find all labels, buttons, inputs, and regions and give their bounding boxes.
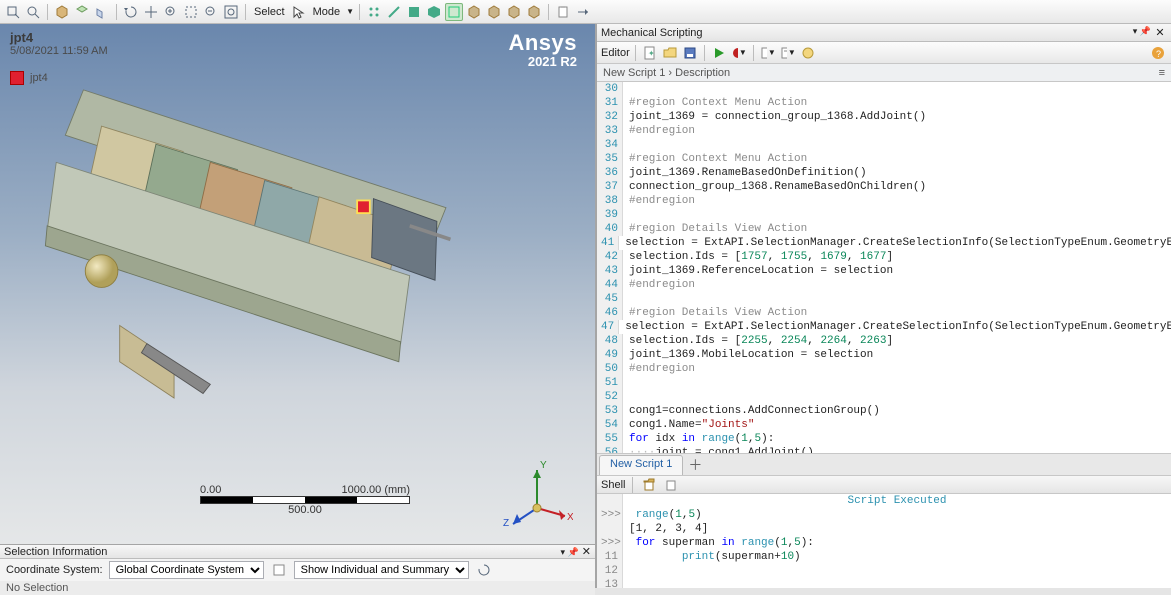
pick-body-icon[interactable]	[425, 3, 443, 21]
breadcrumb: New Script 1 › Description ≡	[597, 64, 1171, 82]
model-title: jpt4	[10, 30, 108, 45]
brand-overlay: Ansys 2021 R2	[508, 30, 577, 69]
scale-mid: 500.00	[200, 504, 410, 516]
help-icon[interactable]	[799, 44, 817, 62]
close-icon[interactable]: ✕	[582, 546, 591, 558]
zoom-fit-icon[interactable]	[4, 3, 22, 21]
box4-icon[interactable]	[525, 3, 543, 21]
box1-icon[interactable]	[465, 3, 483, 21]
new-script-icon[interactable]: ✦	[641, 44, 659, 62]
shell-panel: Shell Script Executed >>> range(1,5) [1,…	[597, 476, 1171, 588]
scripting-title: Mechanical Scripting	[601, 27, 703, 39]
view3-icon[interactable]	[93, 3, 111, 21]
triad-y: Y	[540, 460, 547, 471]
fit-icon[interactable]	[222, 3, 240, 21]
show-mode-select[interactable]: Show Individual and Summary	[294, 561, 469, 579]
refresh-icon[interactable]	[475, 561, 493, 579]
graphics-viewport[interactable]: jpt4 5/08/2021 11:59 AM jpt4 Ansys 2021 …	[0, 24, 596, 544]
triad-x: X	[567, 512, 573, 523]
code-editor[interactable]: 3031#region Context Menu Action32joint_1…	[597, 82, 1171, 454]
select-cursor-icon[interactable]	[290, 3, 308, 21]
selection-info-panel: Selection Information ▾ 📌 ✕ Coordinate S…	[0, 544, 596, 588]
viewport-overlay: jpt4 5/08/2021 11:59 AM jpt4	[10, 30, 108, 85]
scale-min: 0.00	[200, 484, 221, 496]
legend-swatch	[10, 71, 24, 85]
tab-new-script[interactable]: New Script 1	[599, 455, 683, 475]
pick-active-icon[interactable]	[445, 3, 463, 21]
shell-clear-icon[interactable]	[640, 476, 658, 494]
pin-icon[interactable]: ▾ 📌	[1133, 26, 1151, 39]
pin-icon[interactable]: ▾ 📌	[560, 547, 578, 557]
insert-icon[interactable]: ▼	[779, 44, 797, 62]
zoom-area-icon[interactable]	[182, 3, 200, 21]
mode-dropdown-icon[interactable]: ▼	[346, 7, 354, 16]
shell-copy-icon[interactable]	[662, 476, 680, 494]
pick-face-icon[interactable]	[405, 3, 423, 21]
tab-add-icon[interactable]: ＋	[685, 455, 705, 475]
shell-label: Shell	[601, 479, 625, 491]
clipboard-icon[interactable]	[554, 3, 572, 21]
rotate-icon[interactable]	[122, 3, 140, 21]
triad[interactable]: X Y Z	[501, 456, 573, 528]
box3-icon[interactable]	[505, 3, 523, 21]
unit-toggle-icon[interactable]	[270, 561, 288, 579]
brand-version: 2021 R2	[508, 54, 577, 69]
zoom-in-icon[interactable]	[162, 3, 180, 21]
close-icon[interactable]: ✕	[1153, 26, 1167, 39]
model-timestamp: 5/08/2021 11:59 AM	[10, 45, 108, 57]
scale-bar: 0.00 1000.00 (mm) 500.00	[200, 484, 410, 516]
zoom-out-icon[interactable]	[202, 3, 220, 21]
snippet-icon[interactable]: ▼	[759, 44, 777, 62]
pick-edge-icon[interactable]	[385, 3, 403, 21]
no-selection-label: No Selection	[0, 581, 595, 595]
box2-icon[interactable]	[485, 3, 503, 21]
zoom-icon[interactable]	[24, 3, 42, 21]
scripting-panel-head: Mechanical Scripting ▾ 📌 ✕	[597, 24, 1171, 42]
editor-tabs: New Script 1 ＋	[597, 454, 1171, 476]
crumb-menu-icon[interactable]: ≡	[1159, 67, 1165, 79]
legend: jpt4	[10, 71, 108, 85]
editor-label: Editor	[601, 47, 630, 59]
scale-max: 1000.00 (mm)	[342, 484, 410, 496]
pick-vertex-icon[interactable]	[365, 3, 383, 21]
model-render	[20, 52, 455, 454]
exec-msg: Script Executed	[623, 494, 1171, 508]
select-label: Select	[251, 6, 288, 18]
editor-toolbar: Editor ✦ ▼ ▼ ▼ ?	[597, 42, 1171, 64]
save-icon[interactable]	[681, 44, 699, 62]
legend-label: jpt4	[30, 72, 48, 84]
coord-system-label: Coordinate System:	[6, 564, 103, 576]
pan-icon[interactable]	[142, 3, 160, 21]
extend-icon[interactable]	[574, 3, 592, 21]
iso-view-icon[interactable]	[53, 3, 71, 21]
brand-name: Ansys	[508, 30, 577, 56]
main-toolbar: Select Mode▼	[0, 0, 1171, 24]
triad-z: Z	[503, 518, 509, 528]
api-help-icon[interactable]: ?	[1149, 44, 1167, 62]
shell-output[interactable]: Script Executed >>> range(1,5) [1, 2, 3,…	[597, 494, 1171, 588]
selection-info-title: Selection Information	[4, 546, 107, 558]
run-icon[interactable]	[710, 44, 728, 62]
open-icon[interactable]	[661, 44, 679, 62]
mode-label: Mode	[310, 6, 344, 18]
view2-icon[interactable]	[73, 3, 91, 21]
record-icon[interactable]: ▼	[730, 44, 748, 62]
coord-system-select[interactable]: Global Coordinate System	[109, 561, 264, 579]
svg-text:?: ?	[1156, 49, 1161, 59]
svg-text:✦: ✦	[648, 49, 655, 58]
